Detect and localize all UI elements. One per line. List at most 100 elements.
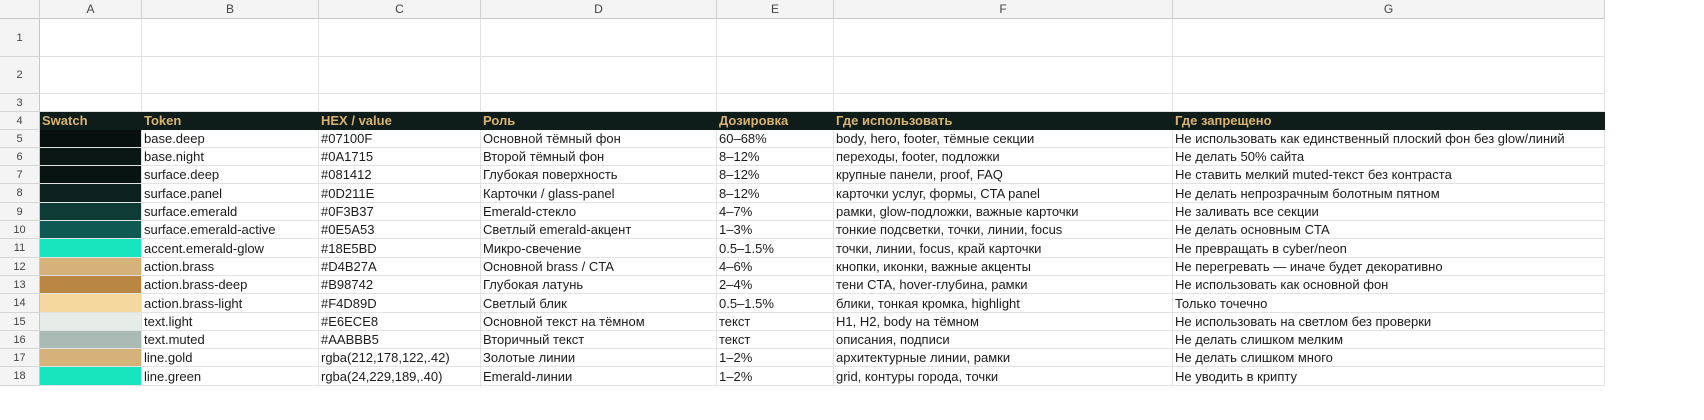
hex-cell[interactable]: #F4D89D [319,294,481,313]
hex-cell[interactable]: rgba(212,178,122,.42) [319,349,481,367]
swatch-cell[interactable] [40,276,142,294]
cell[interactable] [717,57,834,94]
row-header-5[interactable]: 5 [0,130,40,148]
row-header-18[interactable]: 18 [0,367,40,386]
swatch-cell[interactable] [40,130,142,148]
cell[interactable] [142,94,319,112]
cell[interactable] [717,94,834,112]
role-cell[interactable]: Второй тёмный фон [481,148,717,166]
swatch-cell[interactable] [40,148,142,166]
forbidden-cell[interactable]: Не делать слишком много [1173,349,1605,367]
forbidden-cell[interactable]: Не делать слишком мелким [1173,331,1605,349]
swatch-cell[interactable] [40,184,142,203]
role-cell[interactable]: Emerald-линии [481,367,717,386]
token-cell[interactable]: text.light [142,313,319,331]
cell[interactable] [319,94,481,112]
use-cell[interactable]: body, hero, footer, тёмные секции [834,130,1173,148]
token-cell[interactable]: accent.emerald-glow [142,239,319,258]
hex-cell[interactable]: #07100F [319,130,481,148]
role-cell[interactable]: Глубокая поверхность [481,166,717,184]
hex-cell[interactable]: #AABBB5 [319,331,481,349]
token-cell[interactable]: base.night [142,148,319,166]
use-cell[interactable]: grid, контуры города, точки [834,367,1173,386]
use-cell[interactable]: архитектурные линии, рамки [834,349,1173,367]
row-header-14[interactable]: 14 [0,294,40,313]
hex-cell[interactable]: #0A1715 [319,148,481,166]
hex-cell[interactable]: #0D211E [319,184,481,203]
token-cell[interactable]: action.brass [142,258,319,276]
forbidden-cell[interactable]: Не делать основным CTA [1173,221,1605,239]
use-cell[interactable]: рамки, glow-подложки, важные карточки [834,203,1173,221]
cell[interactable] [481,19,717,57]
row-header-12[interactable]: 12 [0,258,40,276]
dosage-cell[interactable]: 1–2% [717,367,834,386]
dosage-cell[interactable]: 2–4% [717,276,834,294]
column-header-e[interactable]: E [717,0,834,19]
token-cell[interactable]: action.brass-light [142,294,319,313]
role-cell[interactable]: Золотые линии [481,349,717,367]
use-cell[interactable]: блики, тонкая кромка, highlight [834,294,1173,313]
hex-cell[interactable]: #D4B27A [319,258,481,276]
use-cell[interactable]: точки, линии, focus, край карточки [834,239,1173,258]
forbidden-cell[interactable]: Не использовать как единственный плоский… [1173,130,1605,148]
cell[interactable] [1173,57,1605,94]
forbidden-cell[interactable]: Не делать непрозрачным болотным пятном [1173,184,1605,203]
role-cell[interactable]: Глубокая латунь [481,276,717,294]
dosage-cell[interactable]: 1–3% [717,221,834,239]
role-cell[interactable]: Emerald-стекло [481,203,717,221]
dosage-cell[interactable]: текст [717,331,834,349]
swatch-cell[interactable] [40,349,142,367]
dosage-cell[interactable]: 1–2% [717,349,834,367]
column-header-g[interactable]: G [1173,0,1605,19]
select-all-corner[interactable] [0,0,40,19]
forbidden-cell[interactable]: Не заливать все секции [1173,203,1605,221]
column-header-d[interactable]: D [481,0,717,19]
token-cell[interactable]: base.deep [142,130,319,148]
use-cell[interactable]: тонкие подсветки, точки, линии, focus [834,221,1173,239]
forbidden-cell[interactable]: Не использовать как основной фон [1173,276,1605,294]
cell[interactable] [40,57,142,94]
cell[interactable] [717,19,834,57]
hex-cell[interactable]: rgba(24,229,189,.40) [319,367,481,386]
swatch-cell[interactable] [40,203,142,221]
token-cell[interactable]: text.muted [142,331,319,349]
cell[interactable] [40,94,142,112]
cell[interactable] [142,19,319,57]
column-header-c[interactable]: C [319,0,481,19]
role-cell[interactable]: Микро-свечение [481,239,717,258]
role-cell[interactable]: Вторичный текст [481,331,717,349]
forbidden-cell[interactable]: Не перегревать — иначе будет декоративно [1173,258,1605,276]
token-cell[interactable]: line.green [142,367,319,386]
token-cell[interactable]: line.gold [142,349,319,367]
cell[interactable] [834,57,1173,94]
row-header-6[interactable]: 6 [0,148,40,166]
row-header-11[interactable]: 11 [0,239,40,258]
swatch-cell[interactable] [40,313,142,331]
hex-cell[interactable]: #0E5A53 [319,221,481,239]
cell[interactable] [319,57,481,94]
forbidden-cell[interactable]: Только точечно [1173,294,1605,313]
swatch-cell[interactable] [40,166,142,184]
cell[interactable] [481,94,717,112]
cell[interactable] [1173,19,1605,57]
use-cell[interactable]: крупные панели, proof, FAQ [834,166,1173,184]
token-cell[interactable]: surface.deep [142,166,319,184]
dosage-cell[interactable]: текст [717,313,834,331]
column-header-f[interactable]: F [834,0,1173,19]
cell[interactable] [834,19,1173,57]
forbidden-cell[interactable]: Не уводить в крипту [1173,367,1605,386]
token-cell[interactable]: surface.emerald [142,203,319,221]
header-cell-token[interactable]: Token [142,112,319,130]
role-cell[interactable]: Основной brass / CTA [481,258,717,276]
role-cell[interactable]: Карточки / glass-panel [481,184,717,203]
row-header-3[interactable]: 3 [0,94,40,112]
token-cell[interactable]: surface.emerald-active [142,221,319,239]
use-cell[interactable]: переходы, footer, подложки [834,148,1173,166]
use-cell[interactable]: тени CTA, hover-глубина, рамки [834,276,1173,294]
swatch-cell[interactable] [40,221,142,239]
swatch-cell[interactable] [40,239,142,258]
cell[interactable] [40,19,142,57]
header-cell-role[interactable]: Роль [481,112,717,130]
role-cell[interactable]: Основной тёмный фон [481,130,717,148]
forbidden-cell[interactable]: Не превращать в cyber/neon [1173,239,1605,258]
